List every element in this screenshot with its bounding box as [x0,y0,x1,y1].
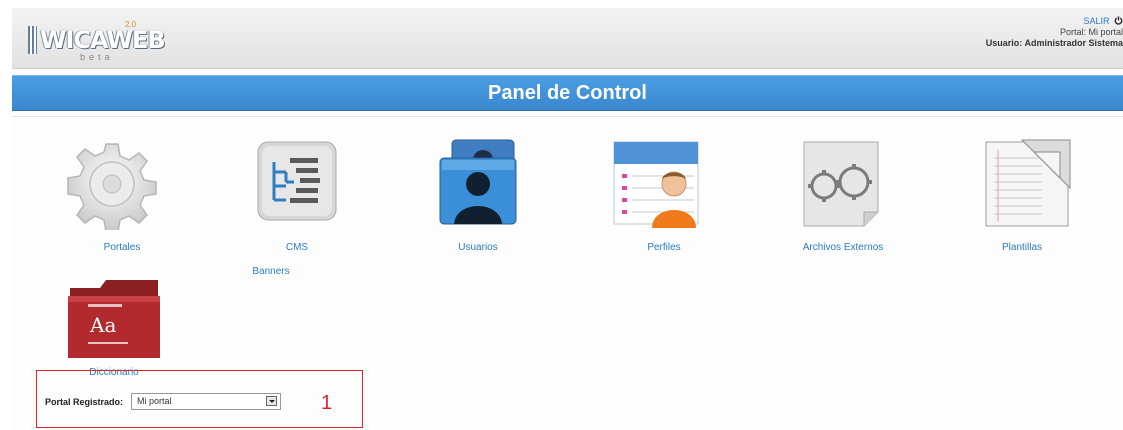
logout-link[interactable]: SALIR [1083,16,1109,26]
tile-portales[interactable]: Portales [47,237,197,255]
banners-link[interactable]: Banners [252,266,289,277]
portal-registrado-select[interactable]: Mi portal [131,393,281,410]
power-icon[interactable] [1114,16,1123,25]
current-user: Usuario: Administrador Sistema [985,38,1123,48]
profile-card-icon[interactable] [612,140,704,228]
logo-text: WICAWEB [40,26,166,54]
dictionary-book-text: Aa [89,313,116,337]
logo-bars-icon [28,26,37,54]
logo-tag: beta [80,52,114,62]
portal-selector-highlight: Portal Registrado: Mi portal [36,370,363,428]
tile-usuarios[interactable]: Usuarios [403,237,553,255]
tile-cms[interactable]: CMS [222,237,372,255]
wicaweb-logo: WICAWEB 2.0 beta [28,20,166,62]
cms-tree-icon[interactable] [256,140,338,222]
usuarios-link[interactable]: Usuarios [458,242,497,253]
page-title: Panel de Control [12,75,1123,111]
template-document-icon[interactable] [982,138,1072,230]
logo-version: 2.0 [125,20,137,29]
portal-select-value: Mi portal [137,396,172,406]
gear-icon[interactable] [66,138,158,230]
tile-banners[interactable]: Banners [196,261,346,279]
tile-perfiles[interactable]: Perfiles [589,237,739,255]
external-files-gears-icon[interactable] [796,138,886,228]
perfiles-link[interactable]: Perfiles [647,242,680,253]
tile-archivos-externos[interactable]: Archivos Externos [768,237,918,255]
current-portal: Portal: Mi portal [1059,27,1123,37]
user-info: SALIR Portal: Mi portal Usuario: Adminis… [986,16,1123,49]
app-header: WICAWEB 2.0 beta SALIR Portal: Mi portal… [12,8,1123,69]
dictionary-book-icon[interactable]: Aa [66,278,162,360]
archivos-externos-link[interactable]: Archivos Externos [803,242,884,253]
portales-link[interactable]: Portales [104,242,141,253]
portal-registrado-label: Portal Registrado: [45,397,124,407]
tile-plantillas[interactable]: Plantillas [947,237,1097,255]
cms-link[interactable]: CMS [286,242,308,253]
plantillas-link[interactable]: Plantillas [1002,242,1042,253]
annotation-step-number: 1 [321,392,333,414]
dropdown-arrow-icon[interactable] [266,396,277,406]
users-icon[interactable] [438,138,520,228]
